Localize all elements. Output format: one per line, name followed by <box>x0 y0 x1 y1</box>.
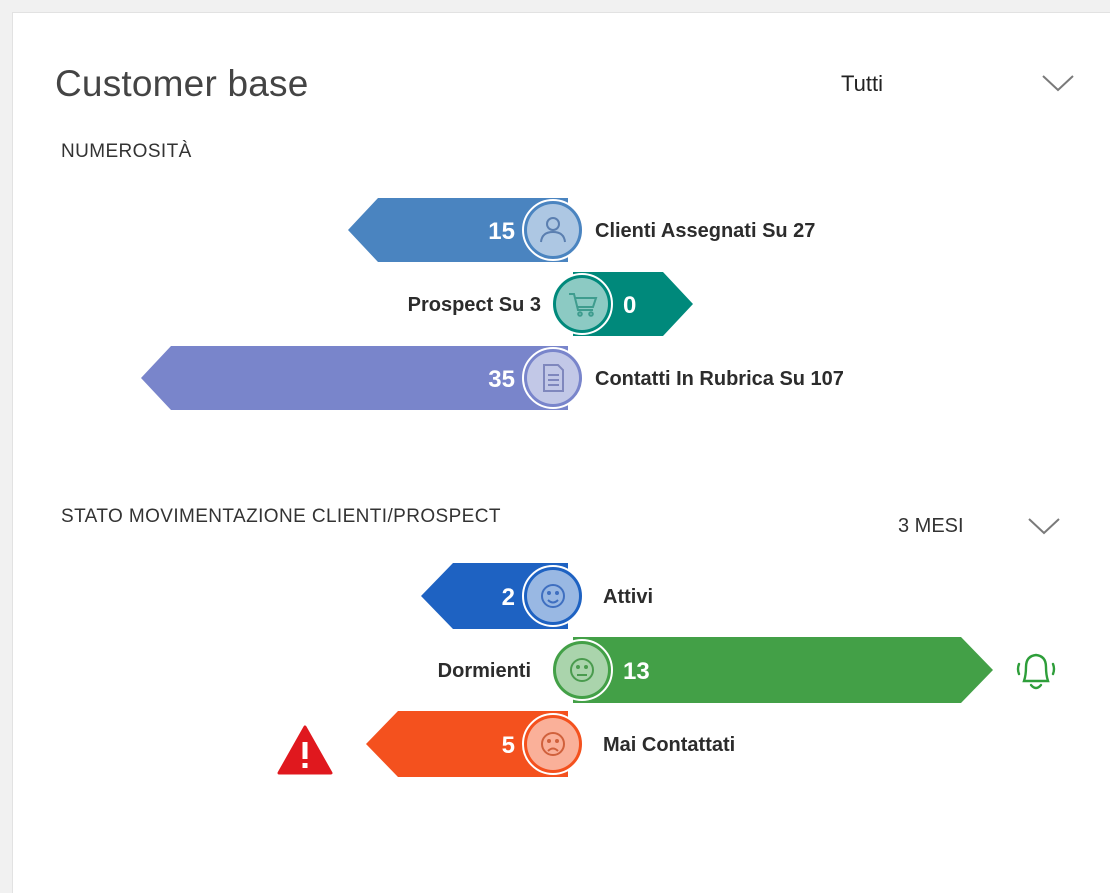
bar-row-attivi[interactable]: 2 Attivi <box>421 563 653 629</box>
bar-value: 15 <box>488 218 515 245</box>
customer-base-bars: 15 Clienti Assegnati Su 27 0 Prospect Su… <box>141 198 1056 777</box>
warning-icon[interactable] <box>277 725 333 775</box>
bar-label: Contatti In Rubrica Su 107 <box>595 368 844 390</box>
customer-base-card: Customer base Tutti NUMEROSITÀ STATO MOV… <box>12 12 1110 893</box>
bar-row-clienti-assegnati[interactable]: 15 Clienti Assegnati Su 27 <box>348 198 815 262</box>
bar-row-prospect[interactable]: 0 Prospect Su 3 <box>408 272 693 336</box>
bar-label: Prospect Su 3 <box>408 294 541 316</box>
bar-label: Attivi <box>603 586 653 608</box>
bar-label: Clienti Assegnati Su 27 <box>595 220 815 242</box>
bar-row-mai-contattati[interactable]: 5 Mai Contattati <box>366 711 735 777</box>
bar-row-contatti-rubrica[interactable]: 35 Contatti In Rubrica Su 107 <box>141 346 844 410</box>
bar-row-dormienti[interactable]: 13 Dormienti <box>438 637 993 703</box>
bar-value: 35 <box>488 366 515 393</box>
bar-value: 0 <box>623 292 636 319</box>
bar-value: 13 <box>623 658 650 685</box>
bell-ringing-icon[interactable] <box>1016 653 1056 690</box>
bar-value: 5 <box>502 732 515 759</box>
bar-label: Mai Contattati <box>603 734 735 756</box>
bar-label: Dormienti <box>438 660 531 682</box>
bar-value: 2 <box>502 584 515 611</box>
